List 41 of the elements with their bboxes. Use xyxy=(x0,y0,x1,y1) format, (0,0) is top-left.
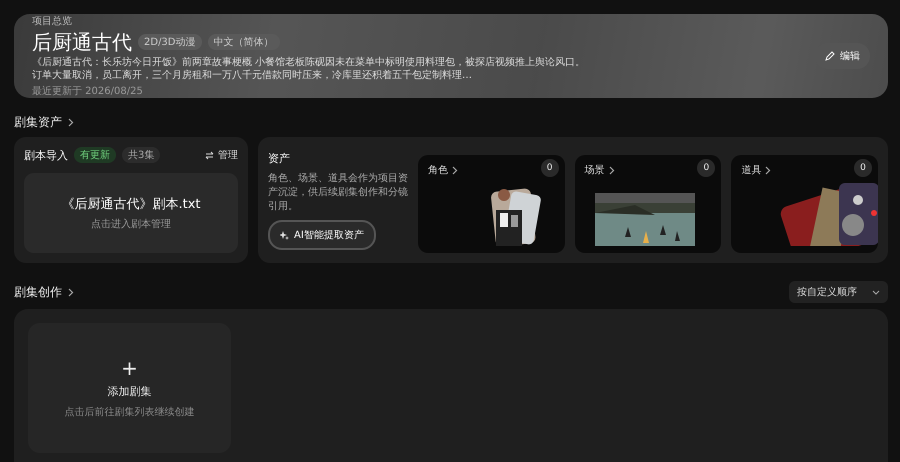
card-title: 剧本导入 xyxy=(24,148,68,162)
asset-category-card[interactable]: 道具 0 xyxy=(731,155,878,253)
add-episode-title: 添加剧集 xyxy=(108,384,152,398)
file-hint: 点击进入剧本管理 xyxy=(91,218,171,231)
asset-category-card[interactable]: 角色 0 xyxy=(418,155,565,253)
status-badge: 共3集 xyxy=(122,147,160,163)
script-file-tile[interactable]: 《后厨通古代》剧本.txt 点击进入剧本管理 xyxy=(24,173,238,253)
updated-date: 最近更新于 2026/08/25 xyxy=(32,84,144,98)
manage-button[interactable]: 管理 xyxy=(205,148,238,162)
category-label: 场景 xyxy=(584,164,605,177)
section-heading[interactable]: 剧集资产 xyxy=(14,114,62,131)
count-badge: 0 xyxy=(854,159,872,177)
add-episode-card[interactable]: + 添加剧集 点击后前往剧集列表继续创建 xyxy=(28,323,231,453)
chevron-icon xyxy=(608,166,615,174)
plus-icon: + xyxy=(121,358,138,378)
count-badge: 0 xyxy=(540,159,559,177)
eyebrow-label: 项目总览 xyxy=(32,14,73,28)
project-description: 《后厨通古代：长乐坊今日开饭》前两章故事梗概 小餐馆老板陈砚因未在菜单中标明使用料理包，被探店视频推上舆论风口。订单大量取消，员工离开，三个月房租和一万八千元借款同时压来，冷库里还积着五千包定制料理… xyxy=(32,56,586,82)
status-badge: 有更新 xyxy=(74,147,116,163)
chevron-icon xyxy=(68,118,74,127)
pencil-icon xyxy=(825,51,835,61)
category-label: 道具 xyxy=(741,164,762,177)
asset-category-card[interactable]: 场景 0 xyxy=(574,155,722,253)
project-title: 后厨通古代 xyxy=(32,30,132,54)
sort-select[interactable]: 按自定义顺序 xyxy=(789,281,888,303)
ai-extract-button[interactable]: AI智能提取资产 xyxy=(268,220,376,250)
count-badge: 0 xyxy=(697,159,716,177)
add-episode-hint: 点击后前往剧集列表继续创建 xyxy=(64,406,194,418)
chevron-icon xyxy=(765,166,772,174)
tag: 中文（简体） xyxy=(208,34,280,50)
chevron-down-icon xyxy=(872,290,880,294)
section-heading[interactable]: 剧集创作 xyxy=(14,284,62,300)
sparkle-icon xyxy=(280,230,289,240)
chevron-icon xyxy=(68,288,74,296)
assets-description: 角色、场景、道具会作为项目资产沉淀，供后续剧集创作和分镜引用。 xyxy=(268,172,408,214)
file-name: 《后厨通古代》剧本.txt xyxy=(61,196,201,213)
chevron-icon xyxy=(452,166,458,174)
card-title: 资产 xyxy=(268,151,291,166)
swap-icon xyxy=(205,150,214,160)
tag: 2D/3D动漫 xyxy=(138,34,202,50)
category-label: 角色 xyxy=(428,164,448,177)
